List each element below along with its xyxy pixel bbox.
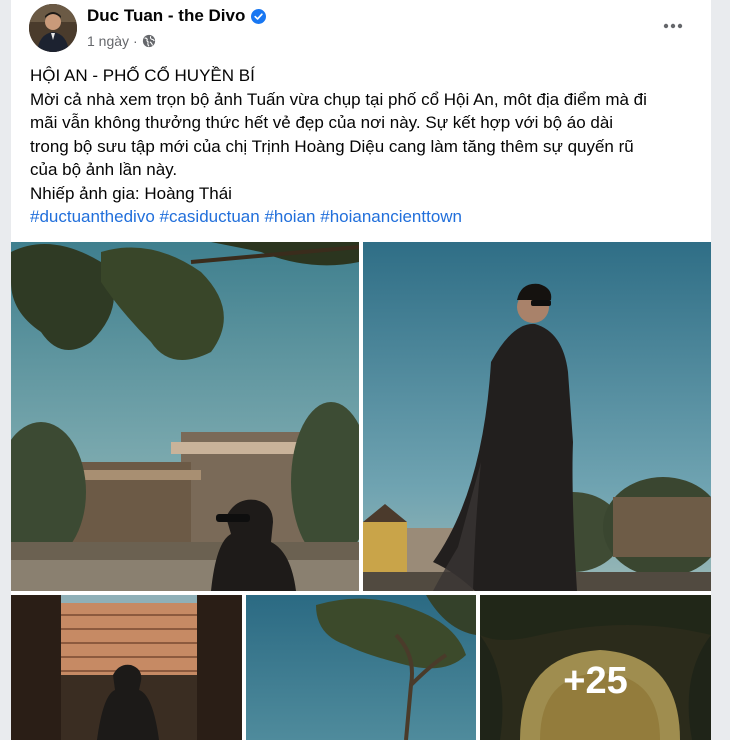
photo-5[interactable]: +25 bbox=[480, 595, 711, 740]
post-body-line: trong bộ sưu tập mới của chị Trịnh Hoàng… bbox=[30, 136, 634, 156]
hashtags: #ductuanthedivo #casiductuan #hoian #hoi… bbox=[30, 205, 700, 229]
photo-3[interactable] bbox=[11, 595, 242, 740]
photo-grid: +25 bbox=[11, 242, 711, 740]
post-body-line: Mời cả nhà xem trọn bộ ảnh Tuấn vừa chụp… bbox=[30, 89, 647, 109]
meta-separator: · bbox=[133, 33, 138, 49]
more-photos-count[interactable]: +25 bbox=[480, 595, 711, 740]
verified-badge-icon bbox=[251, 8, 267, 24]
author-name[interactable]: Duc Tuan - the Divo bbox=[87, 6, 245, 26]
globe-icon[interactable] bbox=[142, 34, 156, 48]
photo-2[interactable] bbox=[363, 242, 711, 591]
hashtag-link[interactable]: #hoian bbox=[264, 207, 315, 226]
hashtag-link[interactable]: #ductuanthedivo bbox=[30, 207, 155, 226]
post-card: Duc Tuan - the Divo 1 ngày · HỘI AN - PH… bbox=[11, 0, 711, 740]
photo-4[interactable] bbox=[246, 595, 476, 740]
post-title: HỘI AN - PHỐ CỔ HUYỀN BÍ bbox=[30, 66, 255, 85]
post-body-line: mãi vẫn không thưởng thức hết vẻ đẹp của… bbox=[30, 113, 614, 132]
post-meta: 1 ngày · bbox=[87, 33, 156, 49]
more-options-icon[interactable] bbox=[661, 14, 685, 38]
author-avatar[interactable] bbox=[29, 4, 77, 52]
author-name-row: Duc Tuan - the Divo bbox=[87, 6, 267, 26]
hashtag-link[interactable]: #hoianancienttown bbox=[320, 207, 462, 226]
post-timestamp[interactable]: 1 ngày bbox=[87, 33, 129, 49]
photographer-credit: Nhiếp ảnh gia: Hoàng Thái bbox=[30, 183, 232, 203]
hashtag-link[interactable]: #casiductuan bbox=[160, 207, 260, 226]
post-body-line: của bộ ảnh lần này. bbox=[30, 160, 178, 179]
post-text: HỘI AN - PHỐ CỔ HUYỀN BÍ Mời cả nhà xem … bbox=[30, 64, 700, 229]
photo-1[interactable] bbox=[11, 242, 359, 591]
